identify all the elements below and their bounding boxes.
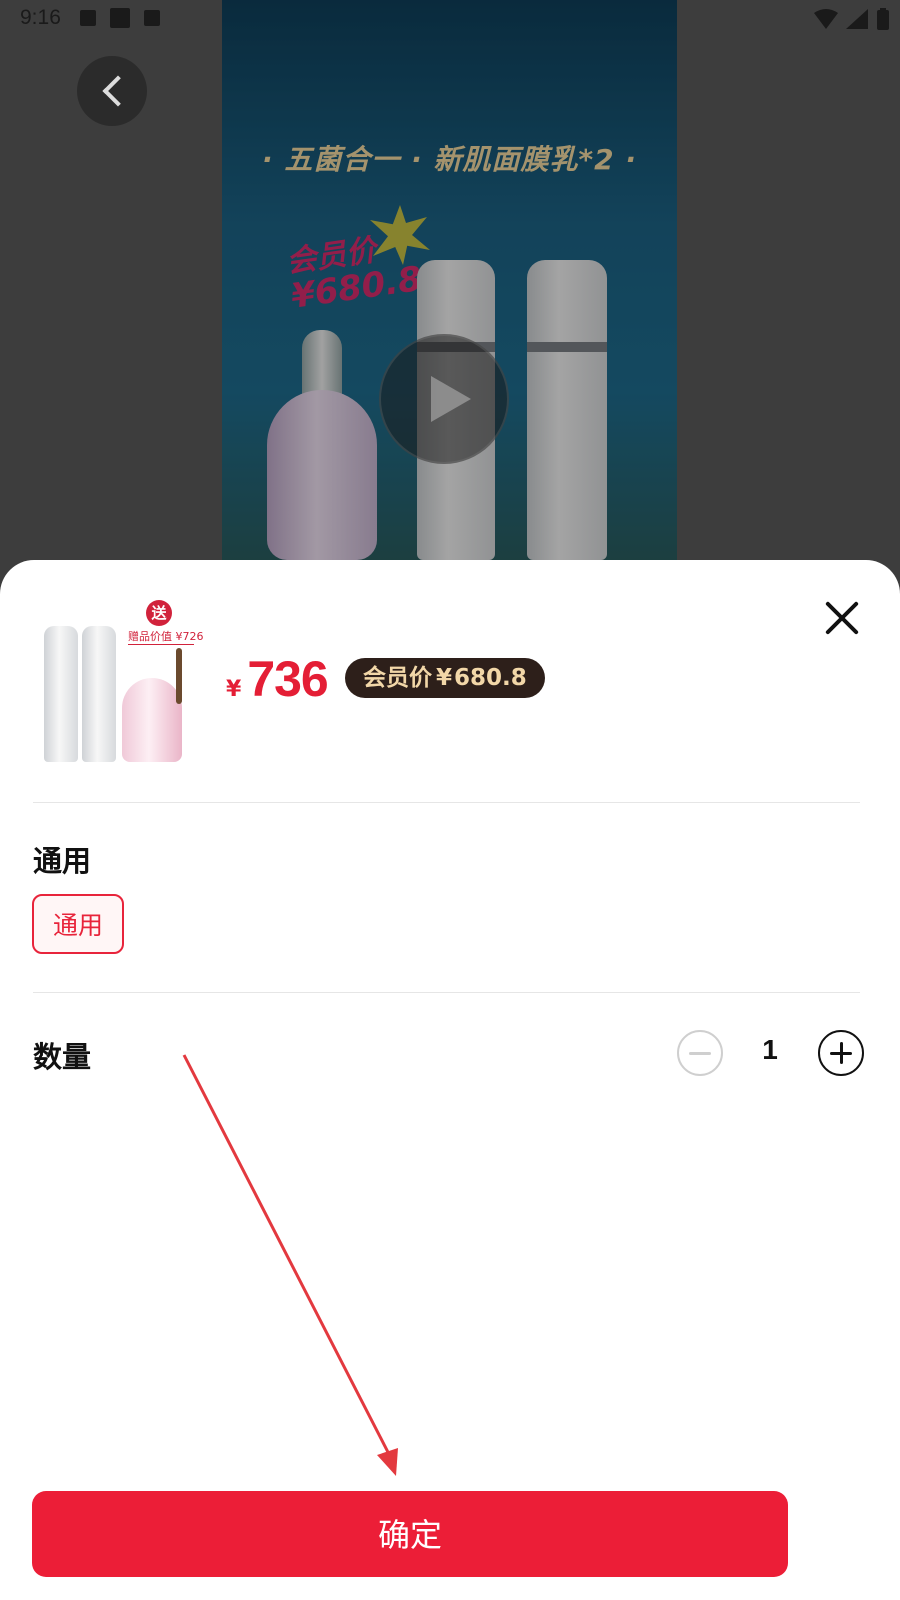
quantity-title: 数量 [33,1040,92,1074]
member-price-value: 680.8 [454,665,527,691]
product-thumbnail: 送 赠品价值 ¥726 [36,598,204,762]
thumb-brush-image [176,648,182,704]
member-price-currency: ¥ [436,665,453,691]
font-icon [144,10,160,26]
wifi-icon [814,9,838,29]
status-time: 9:16 [20,6,61,29]
sku-selection-sheet: 送 赠品价值 ¥726 ¥ 736 会员价 ¥680.8 通用 通用 数量 1 确… [0,560,900,1600]
increase-quantity-button[interactable] [818,1030,864,1076]
thumb-serum-image [122,678,182,762]
gift-underline [128,644,194,645]
status-bar: 9:16 [0,0,900,36]
thumb-bottle-image [44,626,78,762]
back-button[interactable] [77,56,147,126]
status-system-icons [814,8,890,30]
signal-icon [846,9,868,29]
close-icon[interactable] [820,596,864,640]
price-currency: ¥ [226,677,242,702]
price-value: 736 [247,651,328,707]
gift-value-text: 赠品价值 ¥726 [128,630,204,643]
thumb-bottle-image [82,626,116,762]
gift-badge: 送 [146,600,172,626]
price-row: ¥ 736 [226,650,329,708]
quantity-value[interactable]: 1 [730,1034,810,1066]
decrease-quantity-button[interactable] [677,1030,723,1076]
status-notification-icons [80,8,160,28]
spec-section-title: 通用 [33,844,92,878]
divider [33,802,860,803]
confirm-button[interactable]: 确定 [32,1491,788,1577]
spec-option-chip[interactable]: 通用 [32,894,124,954]
member-price-label: 会员价 [363,665,432,691]
battery-icon [877,8,889,30]
image-icon [80,10,96,26]
divider [33,992,860,993]
app-icon [110,8,130,28]
member-price-badge: 会员价 ¥680.8 [345,658,545,698]
